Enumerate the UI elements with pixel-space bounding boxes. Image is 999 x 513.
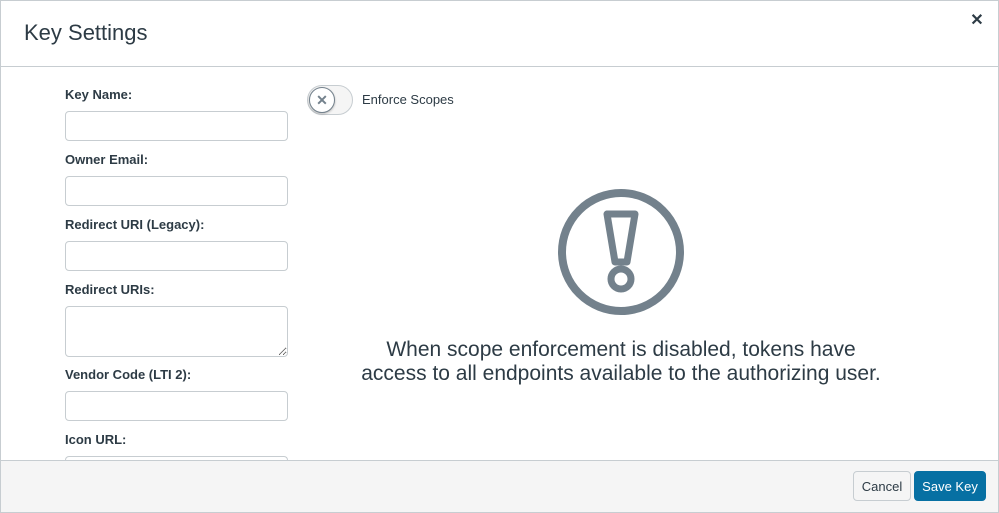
redirect-uri-legacy-label: Redirect URI (Legacy):	[65, 217, 205, 232]
scope-warning-text: When scope enforcement is disabled, toke…	[361, 338, 881, 385]
redirect-uri-legacy-input[interactable]	[65, 241, 288, 271]
close-icon[interactable]: ✕	[967, 11, 987, 31]
redirect-uris-label: Redirect URIs:	[65, 282, 155, 297]
x-icon: ✕	[309, 87, 335, 113]
cancel-button[interactable]: Cancel	[853, 471, 911, 501]
owner-email-input[interactable]	[65, 176, 288, 206]
save-key-button[interactable]: Save Key	[914, 471, 986, 501]
owner-email-label: Owner Email:	[65, 152, 149, 167]
vendor-code-input[interactable]	[65, 391, 288, 421]
key-settings-modal: Key Settings ✕ Key Name: Owner Email: Re…	[0, 0, 999, 513]
exclamation-circle-icon	[558, 189, 684, 315]
modal-header: Key Settings ✕	[1, 1, 998, 67]
modal-footer: Cancel Save Key	[1, 460, 998, 512]
icon-url-label: Icon URL:	[65, 432, 127, 447]
enforce-scopes-toggle[interactable]: ✕	[307, 85, 353, 115]
redirect-uris-textarea[interactable]	[65, 306, 288, 357]
vendor-code-label: Vendor Code (LTI 2):	[65, 367, 192, 382]
key-name-label: Key Name:	[65, 87, 133, 102]
modal-title: Key Settings	[24, 20, 148, 45]
enforce-scopes-label: Enforce Scopes	[362, 92, 454, 107]
key-name-input[interactable]	[65, 111, 288, 141]
